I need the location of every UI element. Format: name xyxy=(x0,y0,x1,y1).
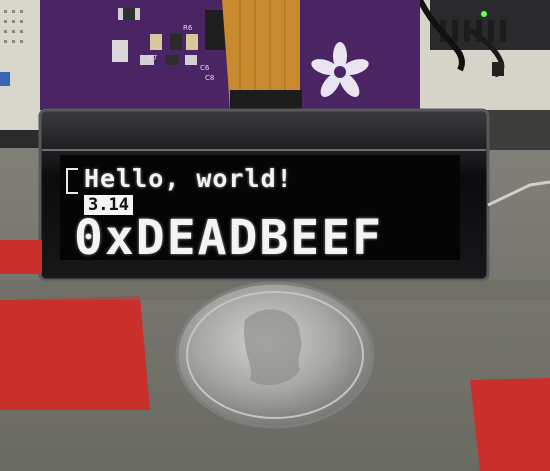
red-tape-left xyxy=(0,296,150,410)
red-tape-left-top xyxy=(0,240,42,274)
oled-line-hello: Hello, world! xyxy=(84,164,293,193)
wire-end xyxy=(492,62,504,76)
silk-r6: R6 xyxy=(183,24,193,32)
silk-c6: C6 xyxy=(200,64,210,72)
pcb-left-strip xyxy=(40,0,102,110)
coin-portrait xyxy=(243,309,302,386)
rail-right xyxy=(480,110,550,150)
red-tape-right xyxy=(470,378,550,471)
green-led xyxy=(481,11,487,17)
oled-cursor-bracket xyxy=(66,168,78,194)
blue-component xyxy=(0,72,10,86)
oled-line-hex: 0xDEADBEEF xyxy=(74,210,383,266)
silk-c8: C8 xyxy=(205,74,214,82)
silk-r7: R7 xyxy=(148,54,157,62)
